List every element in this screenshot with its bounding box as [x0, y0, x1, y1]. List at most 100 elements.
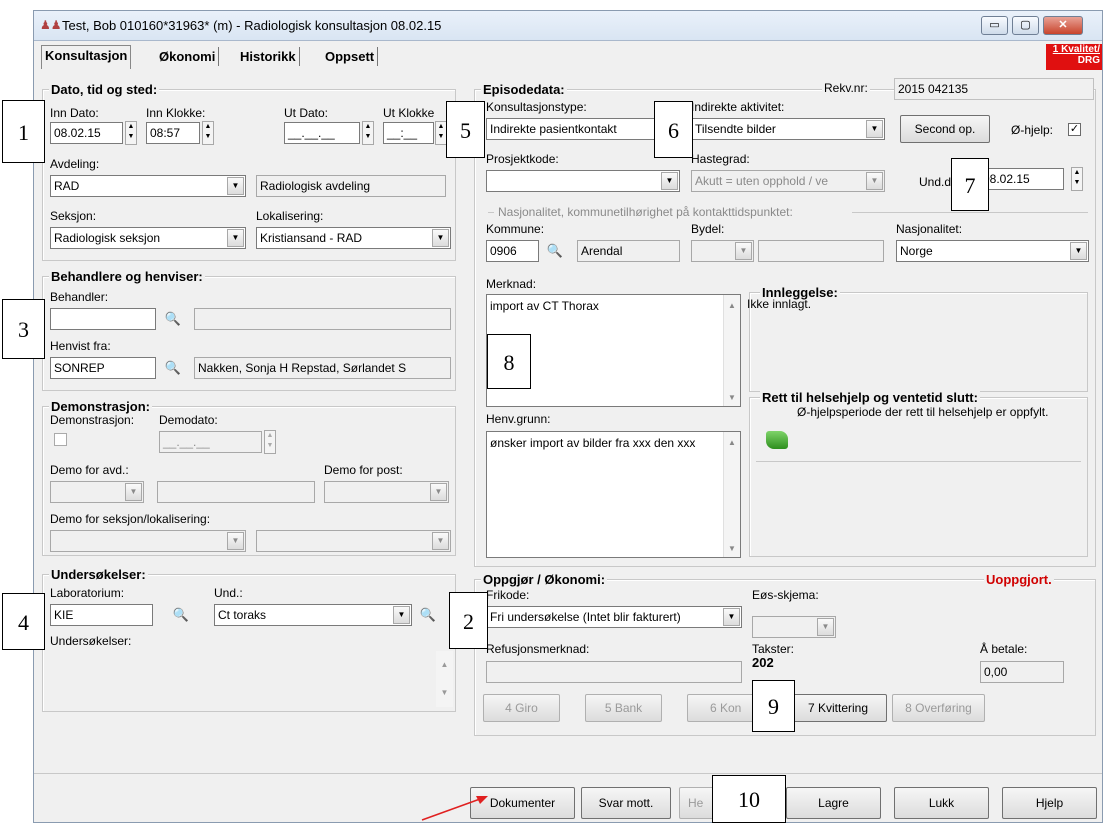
frikode-dropdown[interactable]: Fri undersøkelse (Intet blir fakturert) …: [486, 606, 742, 628]
callout-9: 9: [752, 680, 795, 732]
lokalisering-dropdown[interactable]: Kristiansand - RAD ▼: [256, 227, 451, 249]
lagre-button[interactable]: Lagre: [786, 787, 881, 819]
behandler-field[interactable]: [50, 308, 156, 330]
chevron-down-icon[interactable]: ▼: [817, 618, 834, 636]
bydel-dropdown[interactable]: ▼: [691, 240, 754, 262]
indirekte-dropdown[interactable]: Tilsendte bilder ▼: [691, 118, 885, 140]
eos-dropdown[interactable]: ▼: [752, 616, 836, 638]
merknad-scrollbar[interactable]: ▲ ▼: [723, 295, 740, 406]
lukk-button[interactable]: Lukk: [894, 787, 989, 819]
chevron-down-icon[interactable]: ▼: [432, 229, 449, 247]
ohjelp-checkbox[interactable]: ✓: [1068, 123, 1081, 136]
und-dato-field[interactable]: 08.02.15: [979, 168, 1064, 190]
demodato-spinner[interactable]: ▲ ▼: [264, 430, 276, 454]
henv-text: ønsker import av bilder fra xxx den xxx: [490, 436, 696, 450]
demo-lokalisering-dropdown[interactable]: ▼: [256, 530, 451, 552]
quality-badge[interactable]: 1 Kvalitet/ DRG: [1046, 44, 1102, 70]
overforing-button[interactable]: 8 Overføring: [892, 694, 985, 722]
lab-field[interactable]: KIE: [50, 604, 153, 626]
demodato-field[interactable]: __.__.__: [159, 431, 262, 453]
minimize-button[interactable]: ▭: [981, 16, 1008, 35]
indirekte-label: Indirekte aktivitet:: [691, 100, 785, 114]
undersokelser-group-title: Undersøkelser:: [49, 567, 148, 582]
chevron-down-icon[interactable]: ▼: [866, 172, 883, 190]
avdeling-name: Radiologisk avdeling: [256, 175, 446, 197]
chevron-down-icon[interactable]: ▼: [227, 532, 244, 550]
binoculars-icon[interactable]: 🔍: [544, 240, 566, 262]
indirekte-value: Tilsendte bilder: [695, 122, 776, 136]
binoculars-icon[interactable]: 🔍: [170, 604, 192, 626]
und-dropdown[interactable]: Ct toraks ▼: [214, 604, 412, 626]
callout-8: 8: [487, 334, 531, 389]
lokalisering-label: Lokalisering:: [256, 209, 324, 223]
refusjon-field[interactable]: [486, 661, 742, 683]
chevron-down-icon[interactable]: ▼: [661, 172, 678, 190]
prosjektkode-dropdown[interactable]: ▼: [486, 170, 680, 192]
hastegrad-dropdown[interactable]: Akutt = uten opphold / ve ▼: [691, 170, 885, 192]
seksjon-dropdown[interactable]: Radiologisk seksjon ▼: [50, 227, 246, 249]
chevron-down-icon[interactable]: ▼: [125, 483, 142, 501]
bank-button[interactable]: 5 Bank: [585, 694, 662, 722]
maximize-button[interactable]: ▢: [1012, 16, 1039, 35]
bydel-label: Bydel:: [691, 222, 725, 236]
svar-mottatt-button[interactable]: Svar mott.: [581, 787, 671, 819]
tab-okonomi[interactable]: Økonomi: [156, 47, 220, 66]
demo-post-dropdown[interactable]: ▼: [324, 481, 449, 503]
kommune-field[interactable]: 0906: [486, 240, 539, 262]
demonstrasjon-checkbox[interactable]: [54, 433, 67, 446]
henv-textarea[interactable]: ønsker import av bilder fra xxx den xxx …: [486, 431, 741, 558]
chevron-down-icon[interactable]: ▼: [735, 242, 752, 260]
chevron-down-icon[interactable]: ▼: [430, 483, 447, 501]
chevron-down-icon[interactable]: ▼: [723, 608, 740, 626]
binoculars-icon[interactable]: 🔍: [162, 308, 184, 330]
undersokelser-scrollbar[interactable]: ▲ ▼: [436, 651, 453, 707]
giro-button[interactable]: 4 Giro: [483, 694, 560, 722]
inn-klokke-spinner[interactable]: ▲ ▼: [202, 121, 214, 145]
nasjonalitet-group-label: Nasjonalitet, kommunetilhørighet på kont…: [498, 205, 793, 219]
hjelp-button[interactable]: Hjelp: [1002, 787, 1097, 819]
ut-dato-label: Ut Dato:: [284, 106, 329, 120]
chevron-down-icon[interactable]: ▼: [432, 532, 449, 550]
tab-oppsett[interactable]: Oppsett: [322, 47, 379, 66]
ut-klokke-field[interactable]: __:__: [383, 122, 434, 144]
tab-konsultasjon[interactable]: Konsultasjon: [41, 45, 132, 69]
binoculars-icon[interactable]: 🔍: [417, 604, 439, 626]
window-title: Test, Bob 010160*31963* (m) - Radiologis…: [62, 18, 442, 33]
chevron-down-icon[interactable]: ▼: [227, 177, 244, 195]
chevron-down-icon[interactable]: ▼: [1070, 242, 1087, 260]
henv-scrollbar[interactable]: ▲ ▼: [723, 432, 740, 557]
title-bar[interactable]: ♟♟ Test, Bob 010160*31963* (m) - Radiolo…: [34, 11, 1102, 41]
green-flag-icon: [766, 431, 788, 449]
nasjonalitet-value: Norge: [900, 244, 933, 258]
he-button[interactable]: He: [679, 787, 715, 819]
chevron-down-icon[interactable]: ▼: [393, 606, 410, 624]
inn-dato-spinner[interactable]: ▲ ▼: [125, 121, 137, 145]
ut-dato-spinner[interactable]: ▲ ▼: [362, 121, 374, 145]
binoculars-icon[interactable]: 🔍: [162, 357, 184, 379]
second-op-button[interactable]: Second op.: [900, 115, 990, 143]
demo-avd-name: [157, 481, 315, 503]
demo-avd-dropdown[interactable]: ▼: [50, 481, 144, 503]
henvist-field[interactable]: SONREP: [50, 357, 156, 379]
demo-seksjon-dropdown[interactable]: ▼: [50, 530, 246, 552]
callout-7: 7: [951, 158, 989, 211]
avdeling-dropdown[interactable]: RAD ▼: [50, 175, 246, 197]
callout-1: 1: [2, 100, 45, 163]
rekv-field: 2015 042135: [894, 78, 1094, 100]
henv-label: Henv.grunn:: [486, 412, 551, 426]
und-dato-spinner[interactable]: ▲ ▼: [1071, 167, 1083, 191]
konsultasjonstype-dropdown[interactable]: Indirekte pasientkontakt: [486, 118, 678, 140]
callout-10: 10: [712, 775, 786, 823]
inn-dato-field[interactable]: 08.02.15: [50, 122, 123, 144]
kvittering-button[interactable]: 7 Kvittering: [789, 694, 887, 722]
dato-group-title: Dato, tid og sted:: [49, 82, 160, 97]
ut-dato-field[interactable]: __.__.__: [284, 122, 360, 144]
close-button[interactable]: ✕: [1043, 16, 1083, 35]
nasjonalitet-dropdown[interactable]: Norge ▼: [896, 240, 1089, 262]
inn-klokke-field[interactable]: 08:57: [146, 122, 200, 144]
chevron-down-icon[interactable]: ▼: [227, 229, 244, 247]
rekv-label: Rekv.nr:: [822, 81, 870, 95]
episode-group-title: Episodedata:: [481, 82, 567, 97]
tab-historikk[interactable]: Historikk: [237, 47, 300, 66]
chevron-down-icon[interactable]: ▼: [866, 120, 883, 138]
